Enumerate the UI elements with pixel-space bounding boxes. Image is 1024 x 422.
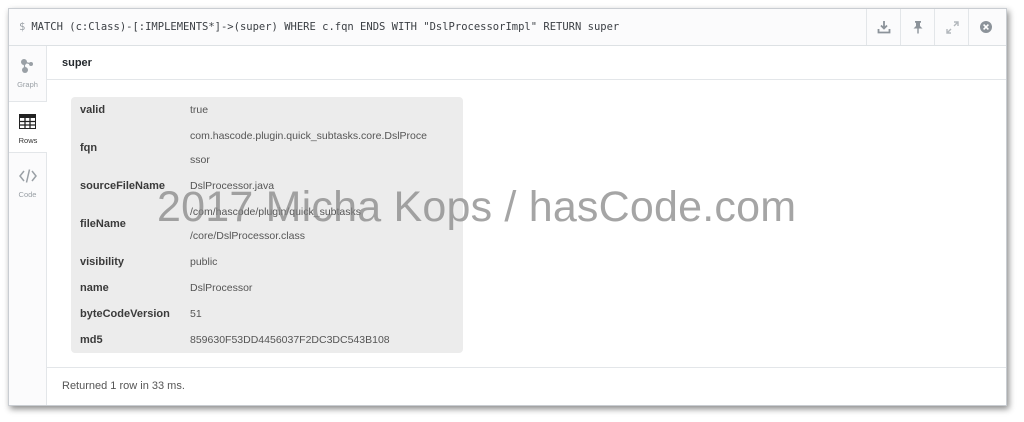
property-key: sourceFileName: [80, 180, 165, 192]
pin-button[interactable]: [900, 9, 935, 45]
sidebar-item-code[interactable]: Code: [9, 156, 46, 206]
view-sidebar: Graph Rows Code: [9, 46, 47, 405]
property-key: valid: [80, 104, 106, 116]
sidebar-item-rows[interactable]: Rows: [9, 101, 47, 153]
property-row: md5 859630F53DD4456037F2DC3DC543B108: [71, 327, 463, 353]
property-value: DslProcessor: [190, 282, 253, 294]
sidebar-item-label: Graph: [17, 80, 38, 89]
property-key: byteCodeVersion: [80, 308, 170, 320]
code-icon: [19, 169, 37, 183]
table-icon: [19, 114, 36, 129]
expand-button[interactable]: [934, 9, 969, 45]
property-value: 859630F53DD4456037F2DC3DC543B108: [190, 334, 390, 346]
column-name: super: [62, 57, 92, 69]
status-footer: Returned 1 row in 33 ms.: [47, 367, 1006, 405]
sidebar-item-label: Code: [18, 190, 37, 199]
property-row: byteCodeVersion 51: [71, 301, 463, 327]
prompt-symbol: $: [19, 21, 26, 33]
property-row: fqn com.hascode.plugin.quick_subtasks.co…: [71, 123, 463, 173]
value-line: com.hascode.plugin.quick_subtasks.core.D…: [190, 130, 427, 142]
sidebar-item-label: Rows: [18, 136, 38, 145]
query-string: MATCH (c:Class)-[:IMPLEMENTS*]->(super) …: [31, 21, 620, 33]
property-value: true: [190, 104, 209, 116]
property-key: fqn: [80, 142, 98, 154]
property-key: visibility: [80, 256, 125, 268]
property-value: public: [190, 256, 218, 268]
property-row: valid true: [71, 97, 463, 123]
property-key: name: [80, 282, 109, 294]
column-header: super: [47, 46, 1006, 80]
download-icon: [877, 21, 891, 34]
expand-icon: [945, 20, 959, 34]
property-key: fileName: [80, 218, 126, 230]
graph-icon: [21, 59, 33, 73]
property-row: visibility public: [71, 249, 463, 275]
close-button[interactable]: [968, 9, 1003, 45]
status-text: Returned 1 row in 33 ms.: [62, 380, 185, 392]
value-line: ssor: [190, 154, 210, 166]
property-value: com.hascode.plugin.quick_subtasks.core.D…: [190, 124, 427, 172]
watermark: 2017 Micha Kops / hasCode.com: [157, 183, 797, 231]
property-row: name DslProcessor: [71, 275, 463, 301]
close-icon: [980, 21, 992, 33]
download-button[interactable]: [866, 9, 901, 45]
property-key: md5: [80, 334, 103, 346]
sidebar-item-graph[interactable]: Graph: [9, 46, 46, 96]
query-text[interactable]: $ MATCH (c:Class)-[:IMPLEMENTS*]->(super)…: [19, 21, 619, 33]
property-value: 51: [190, 308, 202, 320]
command-bar: $ MATCH (c:Class)-[:IMPLEMENTS*]->(super)…: [9, 9, 1006, 46]
pin-icon: [913, 21, 923, 34]
